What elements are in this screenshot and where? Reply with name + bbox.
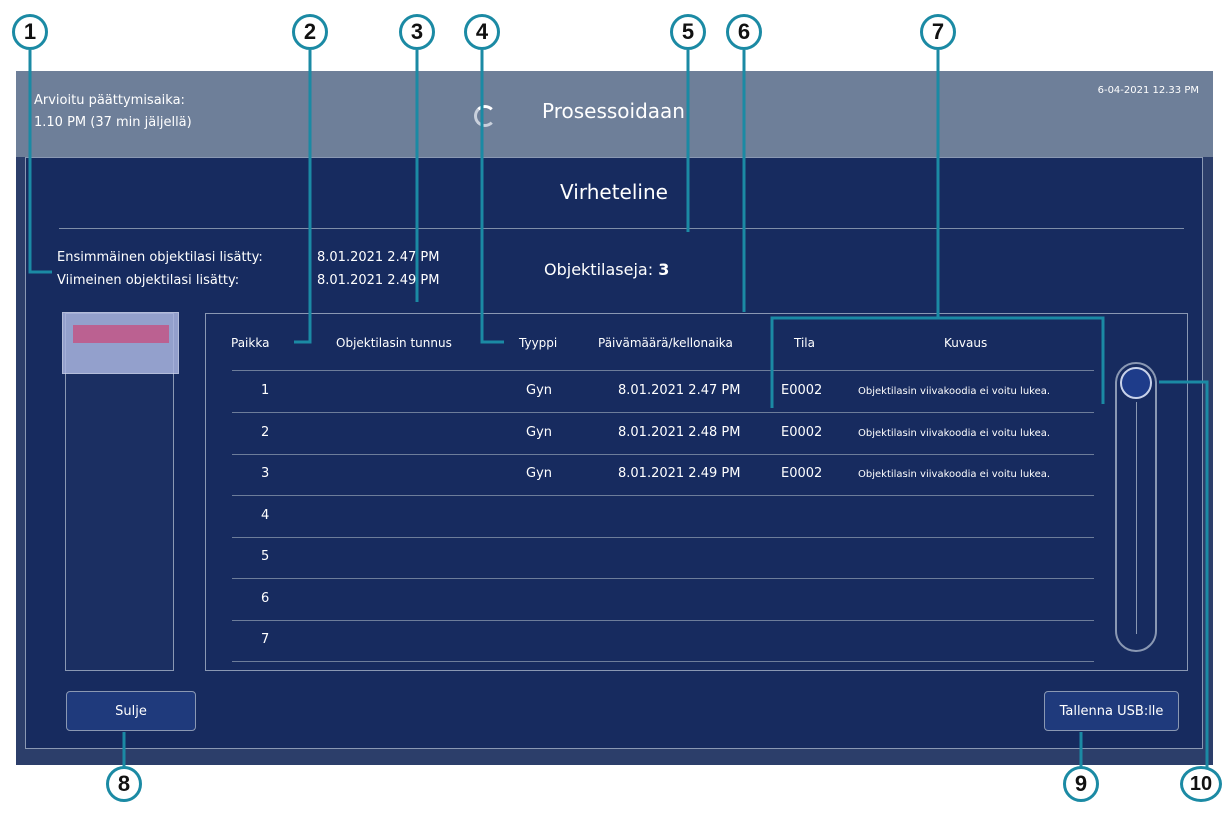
callout-8: 8 [106,766,142,802]
callout-10: 10 [1180,766,1222,802]
callout-1: 1 [12,14,48,50]
leader-7a [770,50,940,408]
leader-2 [294,50,312,344]
callout-6: 6 [726,14,762,50]
callout-2: 2 [292,14,328,50]
callout-4: 4 [464,14,500,50]
callout-9: 9 [1063,766,1099,802]
callout-7: 7 [920,14,956,50]
callout-leader-lines [28,50,1209,768]
leader-1 [28,50,52,274]
leader-10 [1159,380,1209,768]
callout-5: 5 [670,14,706,50]
leader-7b [938,316,1105,404]
leader-4 [480,50,504,344]
callout-3: 3 [399,14,435,50]
